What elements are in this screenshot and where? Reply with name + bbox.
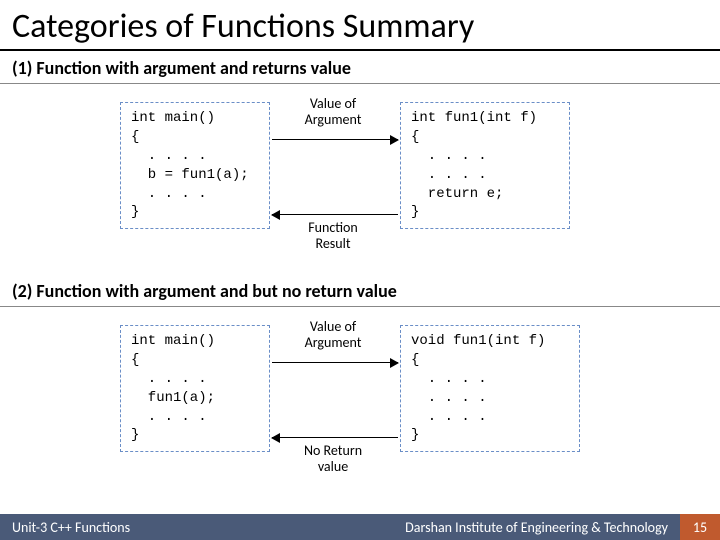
arrow-left-icon (272, 214, 398, 215)
arrow-right-icon (272, 362, 398, 363)
section1-bottom-label: Function Result (283, 220, 383, 252)
arrow-right-icon (272, 139, 398, 140)
footer-page-number: 15 (680, 514, 720, 540)
section1-top-label: Value of Argument (283, 96, 383, 128)
section2-diagram: int main() { . . . . fun1(a); . . . . } … (0, 307, 720, 497)
arrow-left-icon (272, 437, 398, 438)
section2-left-code: int main() { . . . . fun1(a); . . . . } (120, 325, 270, 452)
section1-diagram: int main() { . . . . b = fun1(a); . . . … (0, 84, 720, 274)
page-title: Categories of Functions Summary (0, 0, 720, 51)
section2-heading: (2) Function with argument and but no re… (0, 274, 720, 307)
section2-bottom-label: No Return value (283, 443, 383, 475)
section2-top-label: Value of Argument (283, 319, 383, 351)
section1-right-code: int fun1(int f) { . . . . . . . . return… (400, 102, 570, 229)
section1-left-code: int main() { . . . . b = fun1(a); . . . … (120, 102, 270, 229)
footer-unit: Unit-3 C++ Functions (0, 514, 170, 540)
footer-institute: Darshan Institute of Engineering & Techn… (393, 514, 680, 540)
section2-right-code: void fun1(int f) { . . . . . . . . . . .… (400, 325, 580, 452)
section1-heading: (1) Function with argument and returns v… (0, 51, 720, 84)
footer: Unit-3 C++ Functions Darshan Institute o… (0, 514, 720, 540)
